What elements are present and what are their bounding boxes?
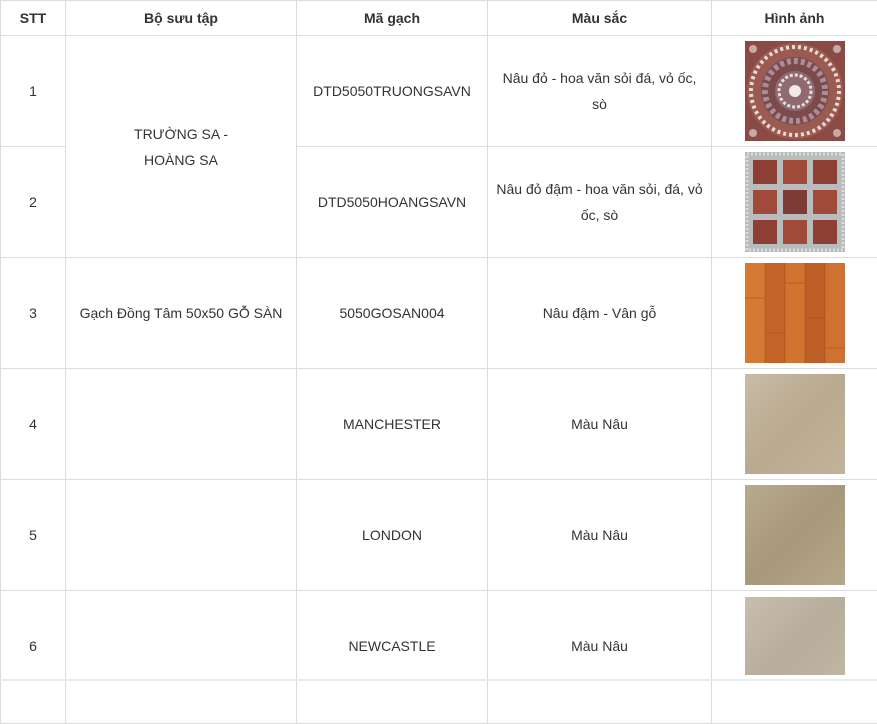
tile-image-cell: [712, 591, 877, 724]
tile-image-cell: [712, 258, 877, 369]
tile-code: DTD5050HOANGSAVN: [297, 147, 488, 258]
table-row: 5 LONDON Màu Nâu: [1, 480, 877, 591]
tile-color: Màu Nâu: [488, 591, 712, 724]
tile-color: Màu Nâu: [488, 480, 712, 591]
row-stt: 5: [1, 480, 66, 591]
tile-color: Màu Nâu: [488, 369, 712, 480]
collection-name-line2: HOÀNG SA: [74, 147, 288, 173]
tile-image-cell: [712, 36, 877, 147]
tile-code: MANCHESTER: [297, 369, 488, 480]
collection-name: [66, 480, 297, 591]
tile-code: NEWCASTLE: [297, 591, 488, 724]
table-row: 6 NEWCASTLE Màu Nâu: [1, 591, 877, 724]
header-image: Hình ảnh: [712, 1, 877, 36]
collection-cell-merged: TRƯỜNG SA - HOÀNG SA: [66, 36, 297, 258]
tile-color: Nâu đỏ đậm - hoa văn sỏi, đá, vỏ ốc, sò: [488, 147, 712, 258]
tile-hoangsa-image[interactable]: [745, 152, 845, 252]
tile-code: 5050GOSAN004: [297, 258, 488, 369]
row-stt: 6: [1, 591, 66, 724]
header-stt: STT: [1, 1, 66, 36]
header-collection: Bộ sưu tập: [66, 1, 297, 36]
tile-newcastle-image[interactable]: [745, 597, 845, 675]
tile-london-image[interactable]: [745, 485, 845, 585]
row-stt: 3: [1, 258, 66, 369]
row-stt: 1: [1, 36, 66, 147]
product-table: STT Bộ sưu tập Mã gạch Màu sắc Hình ảnh …: [0, 0, 877, 724]
tile-image-cell: [712, 369, 877, 480]
tile-manchester-image[interactable]: [745, 374, 845, 474]
tile-image-cell: [712, 480, 877, 591]
tile-code: LONDON: [297, 480, 488, 591]
tile-color: Nâu đỏ - hoa văn sỏi đá, vỏ ốc, sò: [488, 36, 712, 147]
collection-name: Gạch Đồng Tâm 50x50 GỖ SÀN: [66, 258, 297, 369]
header-code: Mã gạch: [297, 1, 488, 36]
table-header-row: STT Bộ sưu tập Mã gạch Màu sắc Hình ảnh: [1, 1, 877, 36]
collection-name-line1: TRƯỜNG SA -: [74, 121, 288, 147]
header-color: Màu sắc: [488, 1, 712, 36]
tile-image-cell: [712, 147, 877, 258]
tile-wood-image[interactable]: [745, 263, 845, 363]
table-row: 3 Gạch Đồng Tâm 50x50 GỖ SÀN 5050GOSAN00…: [1, 258, 877, 369]
collection-name: [66, 591, 297, 724]
row-stt: 4: [1, 369, 66, 480]
row-stt: 2: [1, 147, 66, 258]
tile-code: DTD5050TRUONGSAVN: [297, 36, 488, 147]
tile-color: Nâu đậm - Vân gỗ: [488, 258, 712, 369]
collection-name: [66, 369, 297, 480]
tile-truongsa-image[interactable]: [745, 41, 845, 141]
table-row: 4 MANCHESTER Màu Nâu: [1, 369, 877, 480]
table-row: 1 TRƯỜNG SA - HOÀNG SA DTD5050TRUONGSAVN…: [1, 36, 877, 147]
